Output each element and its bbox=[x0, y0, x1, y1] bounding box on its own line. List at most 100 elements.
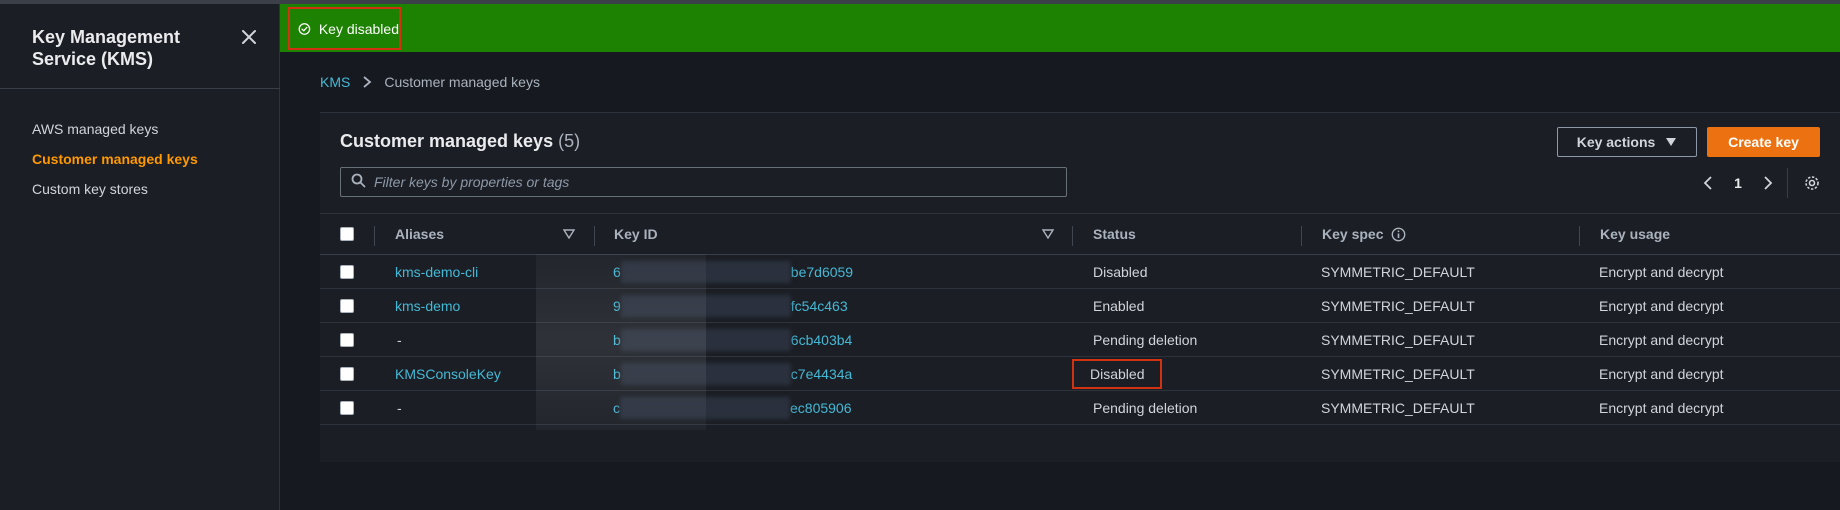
row-checkbox[interactable] bbox=[340, 264, 354, 279]
row-select-cell bbox=[340, 255, 354, 288]
chevron-right-icon bbox=[362, 75, 372, 89]
sidebar-title: Key Management Service (KMS) bbox=[32, 27, 181, 69]
key-usage-text: Encrypt and decrypt bbox=[1599, 365, 1724, 382]
check-circle-icon bbox=[298, 22, 311, 35]
key-id-link[interactable]: b 6cb403b4 bbox=[613, 323, 852, 356]
column-divider bbox=[1072, 226, 1073, 246]
key-spec-text: SYMMETRIC_DEFAULT bbox=[1321, 365, 1475, 382]
redacted-region bbox=[620, 294, 791, 317]
key-id-link[interactable]: c ec805906 bbox=[613, 391, 852, 424]
sort-aliases-icon[interactable] bbox=[563, 214, 575, 254]
key-count: (5) bbox=[558, 131, 581, 151]
key-usage-text: Encrypt and decrypt bbox=[1599, 331, 1724, 348]
panel-title: Customer managed keys bbox=[340, 131, 554, 151]
key-id-suffix: 6cb403b4 bbox=[790, 331, 853, 348]
flash-bar: Key disabled bbox=[280, 4, 1840, 52]
table-row: kms-demo-cli 6 be7d6059 Disabled SYMMETR… bbox=[320, 255, 1840, 289]
row-select-cell bbox=[340, 357, 354, 390]
select-all-checkbox[interactable] bbox=[340, 227, 354, 241]
key-spec-text: SYMMETRIC_DEFAULT bbox=[1321, 263, 1475, 280]
table-header: Aliases Key ID Status Key spec Key usage bbox=[320, 213, 1840, 255]
breadcrumb: KMS Customer managed keys bbox=[320, 74, 540, 90]
key-id-prefix: 6 bbox=[613, 263, 621, 280]
status-text: Pending deletion bbox=[1093, 399, 1198, 416]
create-key-button[interactable]: Create key bbox=[1707, 127, 1820, 157]
table-row: kms-demo 9 fc54c463 Enabled SYMMETRIC_DE… bbox=[320, 289, 1840, 323]
sidebar-item-custom-key-stores[interactable]: Custom key stores bbox=[32, 174, 198, 204]
breadcrumb-kms[interactable]: KMS bbox=[320, 74, 350, 90]
sidebar-item-aws-managed-keys[interactable]: AWS managed keys bbox=[32, 114, 198, 144]
keys-panel: Customer managed keys (5) Key actions Cr… bbox=[320, 112, 1840, 462]
sidebar-divider bbox=[0, 88, 280, 89]
key-usage-text: Encrypt and decrypt bbox=[1599, 263, 1724, 280]
alias-text: - bbox=[397, 399, 402, 416]
key-id-prefix: 9 bbox=[613, 297, 621, 314]
key-id-suffix: ec805906 bbox=[790, 399, 852, 416]
key-spec-text: SYMMETRIC_DEFAULT bbox=[1321, 297, 1475, 314]
search-input[interactable] bbox=[374, 174, 1054, 190]
status-text: Disabled bbox=[1093, 263, 1148, 280]
status-text: Pending deletion bbox=[1093, 331, 1198, 348]
alias-link[interactable]: kms-demo bbox=[395, 289, 460, 322]
alias-text: - bbox=[397, 331, 402, 348]
breadcrumb-current: Customer managed keys bbox=[384, 74, 540, 90]
info-icon[interactable] bbox=[1391, 227, 1406, 242]
previous-page-icon[interactable] bbox=[1698, 171, 1718, 195]
next-page-icon[interactable] bbox=[1758, 171, 1778, 195]
close-icon[interactable] bbox=[240, 28, 260, 48]
column-header-key-spec[interactable]: Key spec bbox=[1322, 214, 1406, 254]
key-spec-label: Key spec bbox=[1322, 226, 1384, 242]
table-row: - b 6cb403b4 Pending deletion SYMMETRIC_… bbox=[320, 323, 1840, 357]
row-checkbox[interactable] bbox=[340, 366, 354, 381]
key-id-link[interactable]: 9 fc54c463 bbox=[613, 289, 848, 322]
sidebar-nav: AWS managed keys Customer managed keys C… bbox=[32, 114, 198, 204]
sidebar-item-customer-managed-keys[interactable]: Customer managed keys bbox=[32, 144, 198, 174]
key-actions-label: Key actions bbox=[1576, 134, 1656, 150]
column-header-key-usage[interactable]: Key usage bbox=[1600, 214, 1670, 254]
column-header-aliases[interactable]: Aliases bbox=[395, 214, 444, 254]
gear-icon[interactable] bbox=[1802, 171, 1822, 195]
column-divider bbox=[374, 226, 375, 246]
key-spec-text: SYMMETRIC_DEFAULT bbox=[1321, 331, 1475, 348]
key-id-prefix: b bbox=[613, 331, 621, 348]
row-checkbox[interactable] bbox=[340, 298, 354, 313]
alias-link[interactable]: KMSConsoleKey bbox=[395, 357, 501, 390]
redacted-region bbox=[620, 328, 791, 351]
pager-divider bbox=[1787, 168, 1788, 198]
key-usage-text: Encrypt and decrypt bbox=[1599, 399, 1724, 416]
column-divider bbox=[1301, 226, 1302, 246]
key-id-suffix: be7d6059 bbox=[790, 263, 854, 280]
key-id-suffix: c7e4434a bbox=[790, 365, 853, 382]
keys-table: Aliases Key ID Status Key spec Key usage bbox=[320, 213, 1840, 425]
column-header-status[interactable]: Status bbox=[1093, 214, 1136, 254]
column-divider bbox=[594, 226, 595, 246]
key-spec-text: SYMMETRIC_DEFAULT bbox=[1321, 399, 1475, 416]
table-row: - c ec805906 Pending deletion SYMMETRIC_… bbox=[320, 391, 1840, 425]
flash-message: Key disabled bbox=[288, 7, 401, 50]
page-title: Customer managed keys (5) bbox=[340, 131, 580, 152]
status-text: Disabled bbox=[1072, 358, 1163, 389]
caret-down-icon bbox=[1665, 137, 1677, 147]
search-icon bbox=[351, 173, 366, 192]
status-cell-highlighted: Disabled bbox=[1072, 357, 1163, 390]
key-id-prefix: b bbox=[613, 365, 621, 382]
current-page[interactable]: 1 bbox=[1718, 175, 1758, 191]
row-checkbox[interactable] bbox=[340, 332, 354, 347]
redacted-region bbox=[620, 362, 791, 385]
row-select-cell bbox=[340, 391, 354, 424]
key-id-suffix: fc54c463 bbox=[790, 297, 848, 314]
key-id-link[interactable]: 6 be7d6059 bbox=[613, 255, 853, 288]
status-text: Enabled bbox=[1093, 297, 1145, 314]
flash-text: Key disabled bbox=[318, 20, 399, 37]
key-id-prefix: c bbox=[613, 399, 620, 416]
key-actions-button[interactable]: Key actions bbox=[1557, 127, 1697, 157]
table-row: KMSConsoleKey b c7e4434a Disabled SYMMET… bbox=[320, 357, 1840, 391]
column-divider bbox=[1579, 226, 1580, 246]
sidebar: Key Management Service (KMS) AWS managed… bbox=[0, 4, 280, 510]
key-id-link[interactable]: b c7e4434a bbox=[613, 357, 852, 390]
row-checkbox[interactable] bbox=[340, 400, 354, 415]
alias-link[interactable]: kms-demo-cli bbox=[395, 255, 478, 288]
column-header-key-id[interactable]: Key ID bbox=[614, 214, 658, 254]
sort-key-id-icon[interactable] bbox=[1042, 214, 1054, 254]
select-all-cell bbox=[340, 214, 354, 254]
